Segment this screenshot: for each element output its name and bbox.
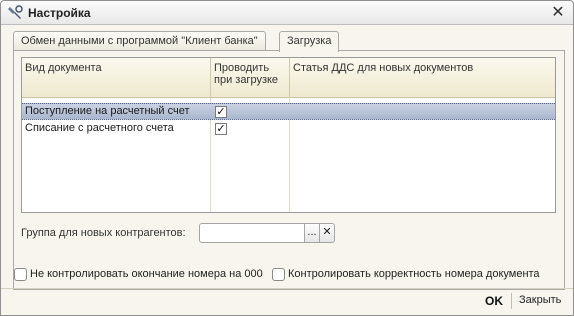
tab-panel-loading: Вид документа Проводить при загрузке Ста… xyxy=(13,50,565,290)
column-header-post-line1: Проводить xyxy=(214,62,270,74)
checkbox-box[interactable] xyxy=(14,268,27,281)
footer-divider xyxy=(1,288,573,289)
check-icon: ✓ xyxy=(216,106,226,118)
checkbox-label: Не контролировать окончание номера на 00… xyxy=(30,268,263,280)
new-contractors-group-input[interactable] xyxy=(199,223,305,243)
post-on-load-cell: ✓ xyxy=(210,104,289,121)
post-on-load-checkbox[interactable]: ✓ xyxy=(215,123,227,135)
post-on-load-cell: ✓ xyxy=(210,121,289,138)
doc-type-cell: Списание с расчетного счета xyxy=(25,122,174,134)
column-header-doc-type[interactable]: Вид документа xyxy=(22,58,211,98)
settings-wrench-icon xyxy=(8,5,23,19)
group-field-label: Группа для новых контрагентов: xyxy=(21,227,186,239)
close-button[interactable]: Закрыть xyxy=(519,294,561,306)
checkbox-label: Контролировать корректность номера докум… xyxy=(288,268,540,280)
column-header-dds-article[interactable]: Статья ДДС для новых документов xyxy=(290,58,555,98)
table-header: Вид документа Проводить при загрузке Ста… xyxy=(22,58,555,98)
ok-button[interactable]: OK xyxy=(485,294,503,308)
button-divider xyxy=(511,293,512,309)
table-row[interactable]: Списание с расчетного счета ✓ xyxy=(22,121,555,138)
window-title: Настройка xyxy=(28,6,91,20)
settings-dialog: Настройка ✕ Обмен данными с программой "… xyxy=(0,0,574,316)
tab-loading[interactable]: Загрузка xyxy=(279,31,340,52)
table-row[interactable]: Поступление на расчетный счет ✓ xyxy=(22,103,555,120)
checkbox-box[interactable] xyxy=(272,268,285,281)
title-bar: Настройка ✕ xyxy=(1,1,573,25)
document-types-table: Вид документа Проводить при загрузке Ста… xyxy=(21,57,556,213)
column-header-post-line2: при загрузке xyxy=(214,74,279,86)
post-on-load-checkbox[interactable]: ✓ xyxy=(215,106,227,118)
check-icon: ✓ xyxy=(216,123,226,135)
select-button[interactable]: ... xyxy=(304,223,320,243)
doc-type-cell: Поступление на расчетный счет xyxy=(25,105,190,117)
clear-button[interactable]: ✕ xyxy=(319,223,335,243)
column-header-post-on-load[interactable]: Проводить при загрузке xyxy=(211,58,290,98)
tab-client-bank-exchange[interactable]: Обмен данными с программой "Клиент банка… xyxy=(13,31,266,51)
close-icon[interactable]: ✕ xyxy=(549,4,567,22)
